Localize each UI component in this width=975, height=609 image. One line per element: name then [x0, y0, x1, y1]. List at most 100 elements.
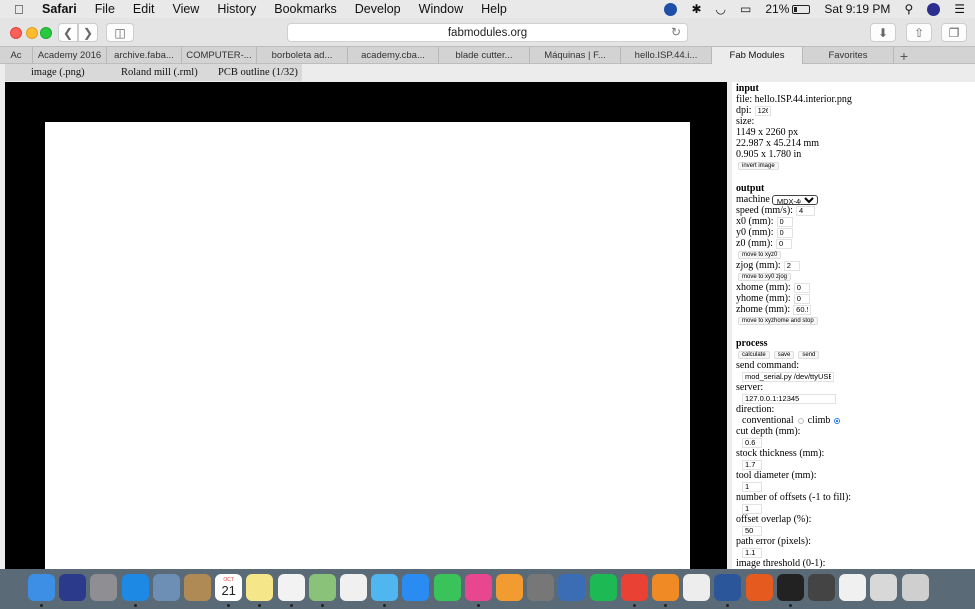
menu-edit[interactable]: Edit — [133, 2, 155, 16]
browser-tab[interactable]: blade cutter... — [439, 47, 530, 64]
preview-canvas[interactable] — [5, 82, 727, 569]
menu-app-name[interactable]: Safari — [42, 2, 77, 16]
dpi-input[interactable] — [754, 105, 771, 116]
offset-overlap-input[interactable] — [742, 525, 762, 536]
x0-input[interactable] — [776, 216, 793, 227]
itunes-icon[interactable] — [464, 574, 492, 601]
messages-icon[interactable] — [371, 574, 399, 601]
back-button[interactable]: ❮ — [58, 23, 78, 42]
notification-center-icon[interactable]: ☰ — [954, 2, 965, 16]
word-icon[interactable] — [714, 574, 742, 601]
y0-input[interactable] — [776, 227, 793, 238]
textedit-icon[interactable] — [683, 574, 711, 601]
z0-input[interactable] — [775, 238, 792, 249]
menubar-clock[interactable]: Sat 9:19 PM — [824, 2, 890, 16]
send-button[interactable]: send — [798, 350, 820, 359]
browser-tab[interactable]: archive.faba... — [107, 47, 182, 64]
x11-icon[interactable] — [808, 574, 835, 601]
close-window-button[interactable] — [10, 27, 22, 39]
dock-folder-icon[interactable] — [870, 574, 898, 601]
sidebar-toggle-button[interactable]: ◫ — [106, 23, 134, 42]
preview-icon[interactable] — [152, 574, 180, 601]
ibooks-icon[interactable] — [496, 574, 523, 601]
browser-tab[interactable]: Favorites — [803, 47, 894, 64]
menu-bookmarks[interactable]: Bookmarks — [274, 2, 337, 16]
calculate-button[interactable]: calculate — [738, 350, 770, 359]
spotify-icon[interactable] — [589, 574, 617, 601]
system-preferences-icon[interactable] — [527, 574, 555, 601]
reload-icon[interactable]: ↻ — [671, 25, 681, 39]
status-app-icon[interactable] — [664, 2, 678, 16]
maps-icon[interactable] — [308, 574, 336, 601]
yhome-input[interactable] — [793, 293, 810, 304]
move-to-xy0-zjog-button[interactable]: move to xy0 zjog — [738, 272, 792, 281]
airplay-icon[interactable]: ▭ — [740, 2, 751, 16]
minimize-window-button[interactable] — [26, 27, 38, 39]
battery-status[interactable]: 21% — [765, 2, 811, 16]
menu-file[interactable]: File — [95, 2, 115, 16]
notes-icon[interactable] — [246, 574, 274, 601]
server-input[interactable] — [742, 393, 836, 404]
browser-tab[interactable]: Academy 2016 — [33, 47, 107, 64]
stock-thickness-input[interactable] — [742, 459, 762, 470]
process-menu[interactable]: PCB outline (1/32) — [203, 64, 302, 81]
forward-button[interactable]: ❯ — [78, 23, 98, 42]
chrome-icon[interactable] — [620, 574, 648, 601]
app-store-icon[interactable] — [402, 574, 430, 601]
path-error-input[interactable] — [742, 547, 762, 558]
menu-history[interactable]: History — [217, 2, 256, 16]
zhome-input[interactable] — [793, 304, 812, 315]
zjog-input[interactable] — [783, 260, 800, 271]
save-button[interactable]: save — [773, 350, 795, 359]
contacts-icon[interactable] — [184, 574, 211, 601]
trash-icon[interactable] — [901, 574, 929, 601]
browser-tab[interactable]: borboleta ad... — [257, 47, 348, 64]
address-bar[interactable]: fabmodules.org ↻ — [287, 23, 688, 42]
xhome-input[interactable] — [793, 282, 810, 293]
apple-menu-icon[interactable]:  — [14, 2, 28, 17]
conventional-radio[interactable] — [797, 417, 804, 424]
safari-icon[interactable] — [121, 574, 149, 601]
cut-depth-input[interactable] — [742, 437, 762, 448]
menu-help[interactable]: Help — [481, 2, 507, 16]
finder-icon[interactable] — [28, 574, 55, 601]
bluetooth-icon[interactable]: ✱ — [691, 2, 701, 16]
inkscape-icon[interactable] — [776, 574, 804, 601]
photos-icon[interactable] — [340, 574, 367, 601]
move-to-xyz0-button[interactable]: move to xyz0 — [738, 250, 782, 259]
share-button[interactable]: ⇧ — [906, 23, 932, 42]
downloads-button[interactable]: ⬇ — [870, 23, 896, 42]
browser-tab[interactable]: Máquinas | F... — [530, 47, 621, 64]
browser-tab[interactable]: Fab Modules — [712, 47, 803, 64]
menu-window[interactable]: Window — [419, 2, 463, 16]
siri-icon[interactable] — [59, 574, 87, 601]
offsets-input[interactable] — [742, 503, 762, 514]
move-home-stop-button[interactable]: move to xyzhome and stop — [738, 316, 818, 325]
tool-diameter-input[interactable] — [742, 481, 762, 492]
output-format-menu[interactable]: Roland mill (.rml) — [105, 64, 203, 81]
invert-image-button[interactable]: invert image — [738, 161, 779, 170]
machine-select[interactable]: MDX-40 — [771, 194, 818, 205]
launchpad-icon[interactable] — [90, 574, 118, 601]
send-command-input[interactable] — [742, 371, 834, 382]
climb-radio[interactable] — [834, 417, 841, 424]
fab-app-icon[interactable] — [652, 574, 679, 601]
show-all-tabs-button[interactable]: ❐ — [941, 23, 967, 42]
browser-tab[interactable]: COMPUTER-... — [182, 47, 257, 64]
new-tab-plus-icon[interactable]: + — [894, 47, 914, 64]
user-avatar-icon[interactable] — [927, 2, 941, 16]
browser-tab[interactable]: hello.ISP.44.i... — [621, 47, 712, 64]
speed-input[interactable] — [795, 205, 815, 216]
browser-tab[interactable]: academy.cba... — [348, 47, 439, 64]
document-icon[interactable] — [839, 574, 867, 601]
facetime-icon[interactable] — [433, 574, 461, 601]
wifi-icon[interactable]: ◡ — [716, 2, 726, 16]
firefox-icon[interactable] — [745, 574, 773, 601]
menu-develop[interactable]: Develop — [355, 2, 401, 16]
network-globe-icon[interactable] — [558, 574, 586, 601]
calendar-icon[interactable]: OCT 21 — [215, 574, 243, 601]
menu-view[interactable]: View — [172, 2, 199, 16]
spotlight-search-icon[interactable]: ⚲ — [904, 2, 913, 16]
reminders-icon[interactable] — [277, 574, 305, 601]
fullscreen-window-button[interactable] — [40, 27, 52, 39]
